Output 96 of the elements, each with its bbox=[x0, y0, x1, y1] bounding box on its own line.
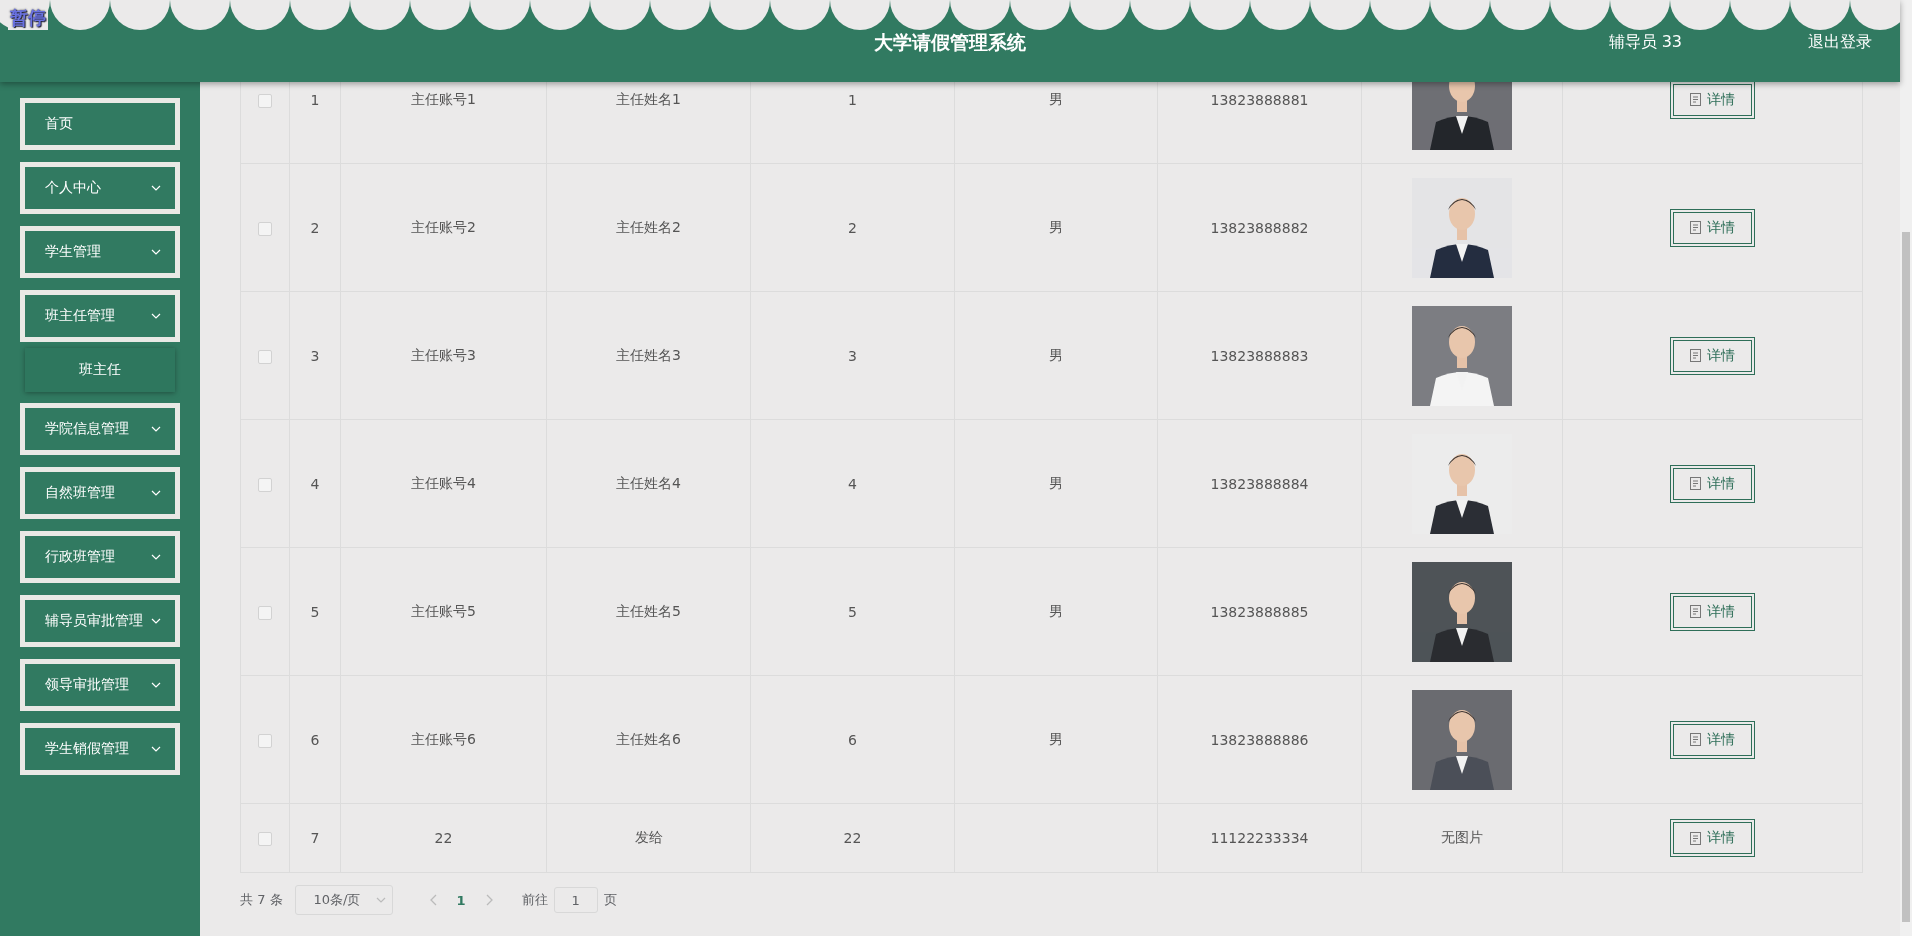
table-cell: 男 bbox=[1049, 602, 1063, 619]
sidebar-item[interactable]: 行政班管理 bbox=[20, 531, 180, 583]
detail-button[interactable]: 详情 bbox=[1670, 819, 1755, 857]
document-icon bbox=[1690, 733, 1701, 746]
table-cell: 13823888886 bbox=[1210, 731, 1309, 748]
table-cell: 1 bbox=[848, 91, 857, 108]
table-cell: 主任姓名3 bbox=[616, 346, 681, 363]
table-cell: 主任账号1 bbox=[411, 90, 476, 107]
table-cell: 主任账号3 bbox=[411, 346, 476, 363]
page-input[interactable]: 1 bbox=[553, 887, 598, 913]
total-count: 共 7 条 bbox=[240, 891, 283, 909]
table-cell: 6 bbox=[848, 731, 857, 748]
table-cell: 13823888881 bbox=[1210, 91, 1309, 108]
table-cell: 男 bbox=[1049, 474, 1063, 491]
chevron-down-icon bbox=[151, 426, 161, 432]
chevron-down-icon bbox=[151, 490, 161, 496]
table-cell: 男 bbox=[1049, 730, 1063, 747]
sidebar-item[interactable]: 班主任管理 bbox=[20, 290, 180, 342]
row-index: 4 bbox=[310, 475, 320, 492]
row-checkbox[interactable] bbox=[258, 349, 272, 364]
sidebar-item[interactable]: 首页 bbox=[20, 98, 180, 150]
pause-label: 暂停 bbox=[8, 6, 48, 30]
table-cell: 主任姓名2 bbox=[616, 218, 681, 235]
scrollbar[interactable] bbox=[1900, 0, 1912, 936]
row-index: 2 bbox=[310, 219, 320, 236]
table-cell: 主任姓名4 bbox=[616, 474, 681, 491]
page-size-select[interactable]: 10条/页 bbox=[294, 885, 393, 915]
table-cell: 3 bbox=[848, 347, 857, 364]
chevron-down-icon bbox=[151, 185, 161, 191]
chevron-down-icon bbox=[151, 554, 161, 560]
detail-button[interactable]: 详情 bbox=[1670, 464, 1755, 503]
row-checkbox[interactable] bbox=[258, 832, 272, 846]
table-cell: 主任账号2 bbox=[411, 218, 476, 235]
chevron-down-icon bbox=[375, 897, 386, 903]
page-suffix: 页 bbox=[603, 891, 617, 909]
table-cell: 主任姓名6 bbox=[616, 730, 681, 747]
table-cell: 男 bbox=[1049, 218, 1063, 235]
row-index: 7 bbox=[310, 830, 320, 846]
detail-button[interactable]: 详情 bbox=[1670, 80, 1755, 119]
sidebar-item[interactable]: 学院信息管理 bbox=[20, 403, 180, 455]
app-title: 大学请假管理系统 bbox=[874, 30, 1026, 55]
document-icon bbox=[1690, 477, 1701, 490]
row-checkbox[interactable] bbox=[258, 93, 272, 108]
detail-button[interactable]: 详情 bbox=[1670, 336, 1755, 375]
row-checkbox[interactable] bbox=[258, 477, 272, 492]
row-index: 3 bbox=[310, 347, 320, 364]
submenu-item[interactable]: 班主任 bbox=[25, 348, 175, 392]
row-index: 6 bbox=[310, 731, 320, 748]
chevron-down-icon bbox=[151, 313, 161, 319]
goto-label: 前往 bbox=[521, 891, 548, 909]
sidebar-item[interactable]: 辅导员审批管理 bbox=[20, 595, 180, 647]
table-cell: 22 bbox=[843, 830, 862, 846]
table-cell: 13823888883 bbox=[1210, 347, 1309, 364]
document-icon bbox=[1690, 831, 1701, 845]
row-index: 5 bbox=[310, 603, 320, 620]
sidebar-item[interactable]: 学生销假管理 bbox=[20, 723, 180, 775]
row-index: 1 bbox=[310, 91, 320, 108]
chevron-down-icon bbox=[151, 618, 161, 624]
document-icon bbox=[1690, 93, 1701, 106]
document-icon bbox=[1690, 349, 1701, 362]
table-cell: 主任姓名1 bbox=[616, 90, 681, 107]
sidebar-item[interactable]: 领导审批管理 bbox=[20, 659, 180, 711]
table-cell: 2 bbox=[848, 219, 857, 236]
user-label: 辅导员 33 bbox=[1608, 32, 1682, 53]
table-cell: 男 bbox=[1049, 346, 1063, 363]
table-cell: 主任账号4 bbox=[411, 474, 476, 491]
previous-page-icon[interactable] bbox=[428, 894, 439, 906]
detail-button[interactable]: 详情 bbox=[1670, 208, 1755, 247]
table-cell: 13823888884 bbox=[1210, 475, 1309, 492]
table-cell: 主任姓名5 bbox=[616, 602, 681, 619]
table-cell: 主任账号5 bbox=[411, 602, 476, 619]
sidebar-item[interactable]: 学生管理 bbox=[20, 226, 180, 278]
table-cell: 5 bbox=[848, 603, 857, 620]
row-checkbox[interactable] bbox=[258, 221, 272, 236]
table-cell: 4 bbox=[848, 475, 857, 492]
detail-button[interactable]: 详情 bbox=[1670, 720, 1755, 759]
document-icon bbox=[1690, 605, 1701, 618]
row-checkbox[interactable] bbox=[258, 733, 272, 748]
table-cell: 13823888885 bbox=[1210, 603, 1309, 620]
no-image-text: 无图片 bbox=[1441, 829, 1483, 845]
chevron-down-icon bbox=[151, 249, 161, 255]
sidebar-item[interactable]: 自然班管理 bbox=[20, 467, 180, 519]
document-icon bbox=[1690, 221, 1701, 234]
table-cell: 13823888882 bbox=[1210, 219, 1309, 236]
logout-link[interactable]: 退出登录 bbox=[1808, 32, 1872, 53]
table-cell: 主任账号6 bbox=[411, 730, 476, 747]
chevron-down-icon bbox=[151, 682, 161, 688]
sidebar-item[interactable]: 个人中心 bbox=[20, 162, 180, 214]
table-cell: 11122233334 bbox=[1210, 830, 1309, 846]
table-cell: 22 bbox=[434, 830, 453, 846]
page-number[interactable]: 1 bbox=[456, 892, 466, 908]
chevron-down-icon bbox=[151, 746, 161, 752]
table-cell: 男 bbox=[1049, 90, 1063, 107]
table-cell: 发给 bbox=[634, 829, 663, 845]
detail-button[interactable]: 详情 bbox=[1670, 592, 1755, 631]
row-checkbox[interactable] bbox=[258, 605, 272, 620]
